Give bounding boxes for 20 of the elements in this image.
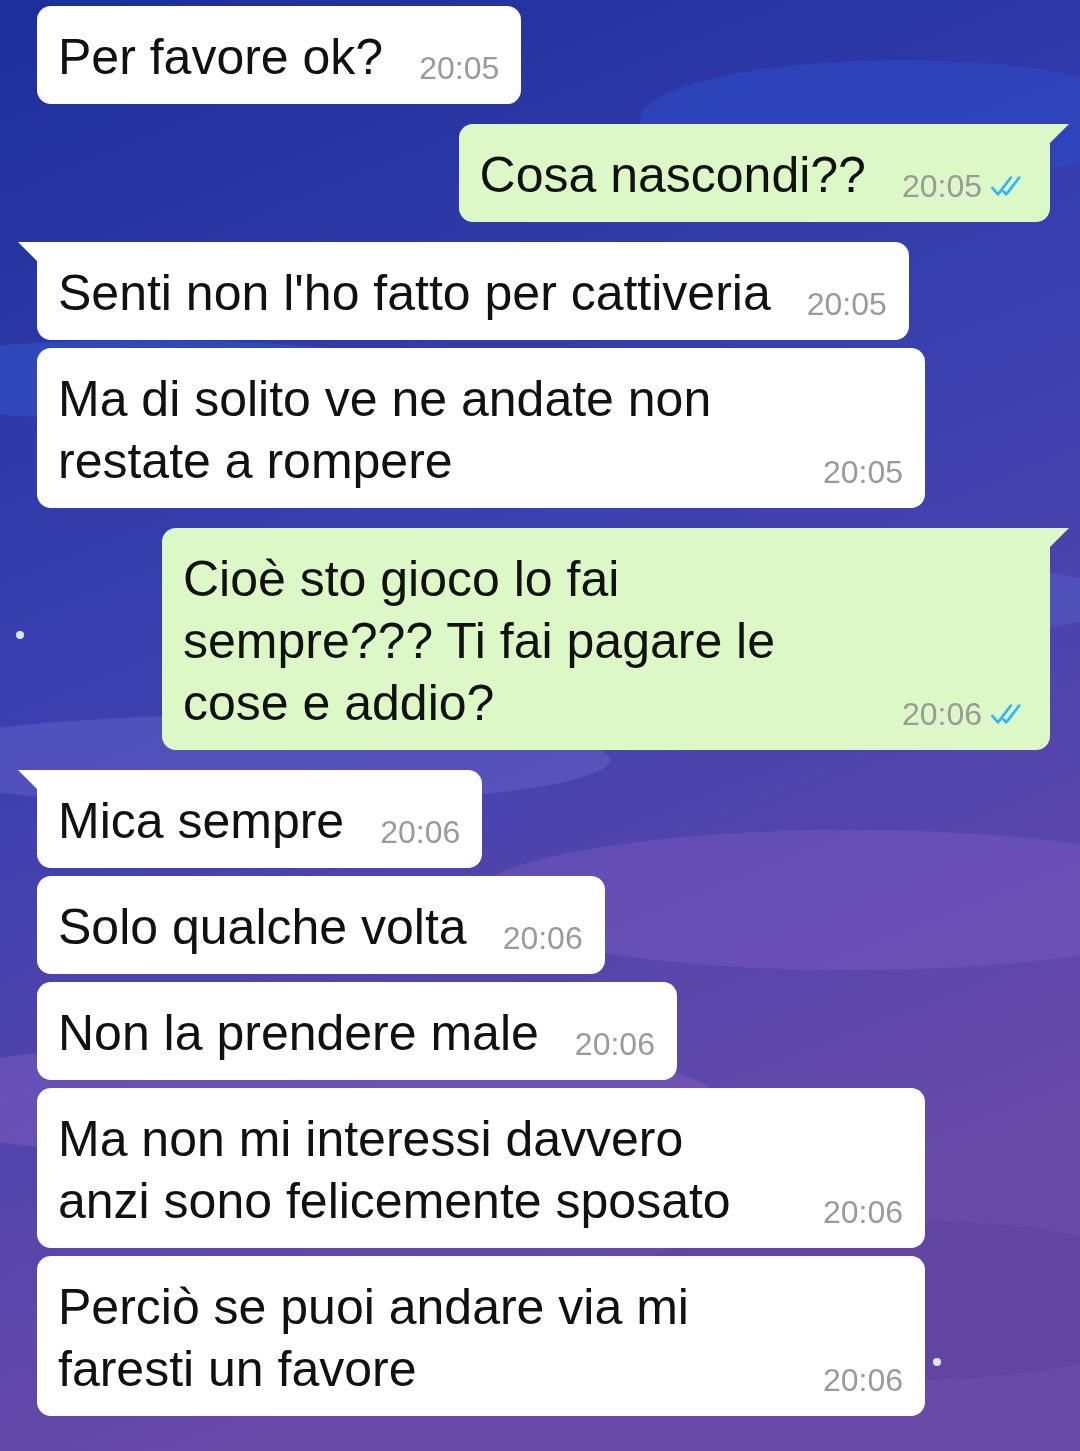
message-text: Perciò se puoi andare via mi faresti un favore bbox=[58, 1278, 690, 1399]
message-text: Mica sempre bbox=[58, 792, 345, 851]
message-text: Senti non l'ho fatto per cattiveria bbox=[58, 264, 771, 323]
message-text: Non la prendere male bbox=[58, 1004, 539, 1063]
message-text: Ma non mi interessi davvero anzi sono felicemente sposato bbox=[58, 1110, 732, 1231]
message-time: 20:05 bbox=[901, 167, 982, 206]
message-time: 20:06 bbox=[502, 919, 583, 958]
message-time: 20:06 bbox=[822, 1193, 903, 1232]
message-text: Cosa nascondi?? bbox=[479, 146, 866, 205]
message-text: Ma di solito ve ne andate non restate a rompere bbox=[58, 370, 713, 491]
message-time: 20:06 bbox=[822, 1361, 903, 1400]
message-text: Solo qualche volta bbox=[58, 898, 467, 957]
message-text: Per favore ok? bbox=[58, 28, 384, 87]
message-time: 20:06 bbox=[380, 813, 461, 852]
message-time: 20:05 bbox=[822, 453, 903, 492]
message-time: 20:06 bbox=[574, 1025, 655, 1064]
message-time: 20:05 bbox=[419, 49, 500, 88]
message-text: Cioè sto gioco lo fai sempre??? Ti fai pagare le cose e addio? bbox=[183, 550, 777, 733]
message-time: 20:06 bbox=[901, 695, 982, 734]
message-time: 20:05 bbox=[806, 285, 887, 324]
